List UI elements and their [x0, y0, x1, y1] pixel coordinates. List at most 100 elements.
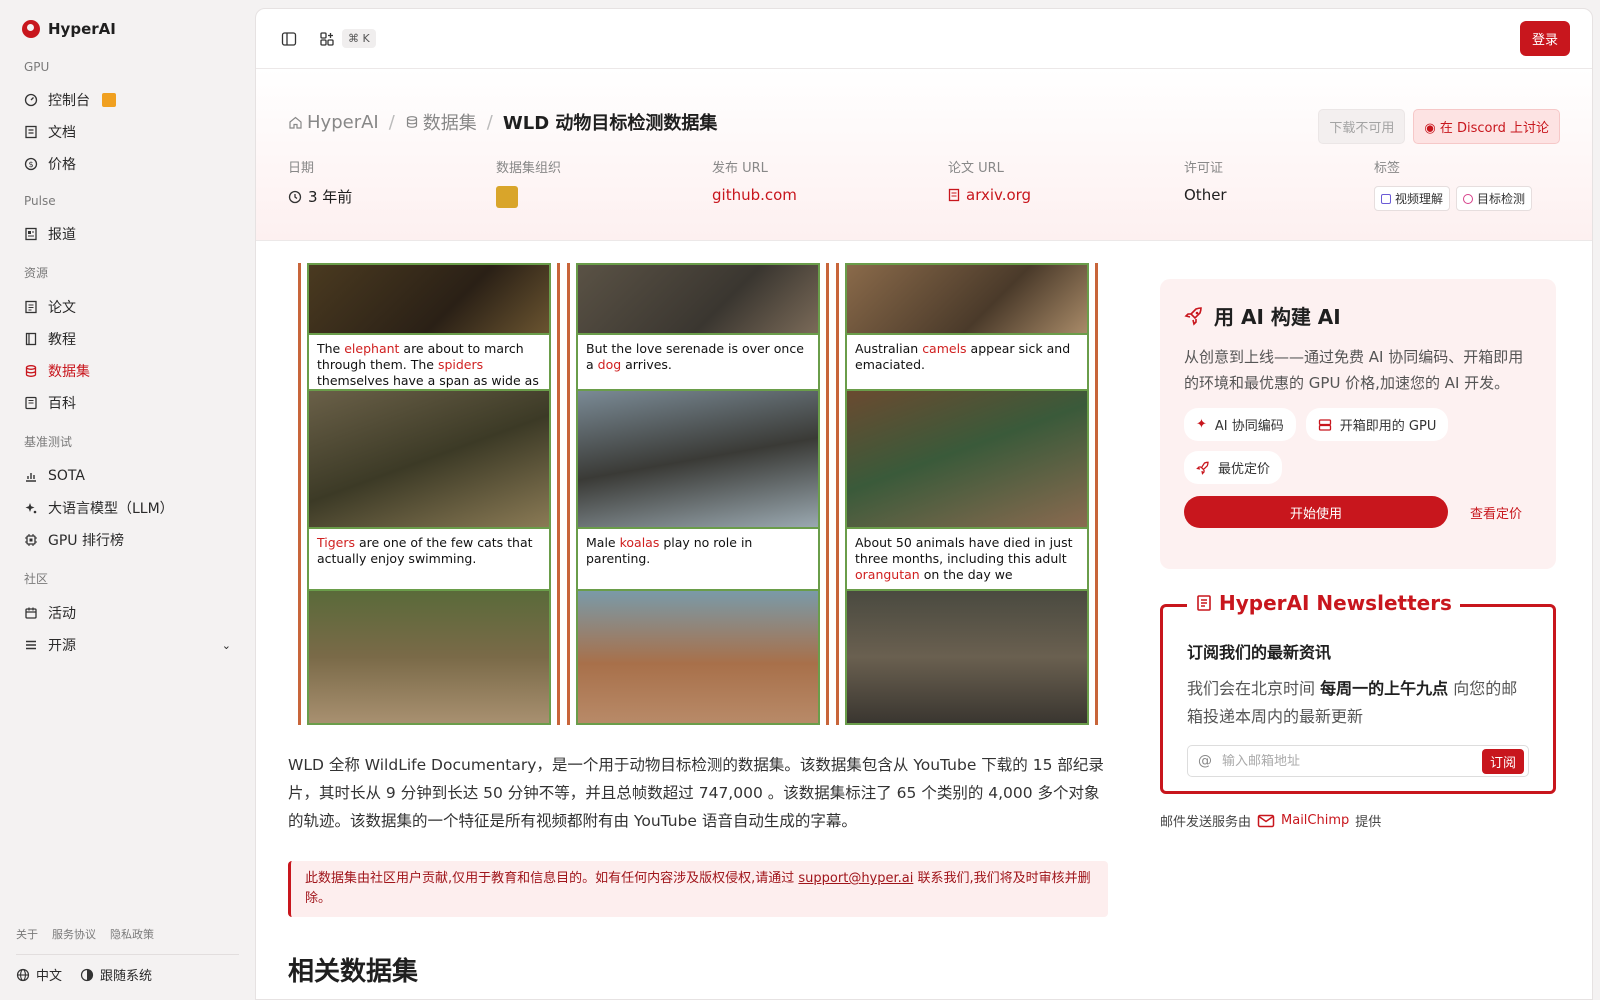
- footer-link-about[interactable]: 关于: [16, 926, 38, 942]
- paper-url-link[interactable]: arxiv.org: [948, 186, 1184, 204]
- sidebar-item-label: 价格: [48, 157, 76, 173]
- sidebar-item-datasets[interactable]: 数据集: [16, 355, 239, 387]
- provider-pre: 邮件发送服务由: [1160, 815, 1252, 830]
- feature-pricing: 最优定价: [1184, 451, 1283, 484]
- sample-frame: [307, 589, 551, 725]
- sidebar-item-sota[interactable]: SOTA: [16, 460, 239, 492]
- sample-frame: [576, 263, 820, 335]
- search-shortcut[interactable]: ⌘ K: [342, 29, 376, 48]
- feature-label: 开箱即用的 GPU: [1339, 419, 1437, 434]
- sidebar-item-papers[interactable]: 论文: [16, 291, 239, 323]
- sidebar-item-label: 活动: [48, 606, 76, 622]
- sample-frame: [845, 389, 1089, 529]
- sidebar-item-label: 百科: [48, 396, 76, 412]
- chart-icon: [24, 469, 38, 483]
- theme-label: 跟随系统: [100, 969, 153, 984]
- get-started-button[interactable]: 开始使用: [1184, 496, 1448, 528]
- footer-link-terms[interactable]: 服务协议: [52, 926, 96, 942]
- support-email-link[interactable]: support@hyper.ai: [798, 871, 913, 886]
- hyperai-logo-icon: [22, 20, 40, 38]
- meta-org-label: 数据集组织: [496, 161, 562, 176]
- promo-actions: 开始使用 查看定价: [1184, 496, 1532, 528]
- rocket-icon: [1184, 306, 1202, 326]
- sidebar-item-open-source[interactable]: 开源 ⌄: [16, 629, 239, 661]
- meta-license-value: Other: [1184, 186, 1227, 204]
- frame-caption: Australian camels appear sick and emacia…: [845, 335, 1089, 389]
- sidebar-item-gpu-leaderboard[interactable]: GPU 排行榜: [16, 524, 239, 556]
- email-form: @ 订阅: [1187, 745, 1529, 777]
- tag-object-detection[interactable]: 目标检测: [1456, 186, 1533, 211]
- promo-text: 从创意到上线——通过免费 AI 协同编码、开箱即用的环境和最优惠的 GPU 价格…: [1184, 348, 1524, 392]
- promo-title-row: 用 AI 构建 AI: [1184, 301, 1532, 330]
- frame-caption: The elephant are about to march through …: [307, 335, 551, 404]
- tag-label: 目标检测: [1477, 192, 1526, 206]
- breadcrumb-separator: /: [486, 111, 493, 133]
- eye-icon: [1463, 193, 1474, 204]
- release-url-link[interactable]: github.com: [712, 186, 948, 204]
- globe-icon: [16, 968, 30, 981]
- chevron-down-icon[interactable]: ⌄: [222, 639, 231, 652]
- breadcrumb-home[interactable]: HyperAI: [288, 112, 379, 133]
- sample-frame: [845, 589, 1089, 725]
- newspaper-icon: [1197, 595, 1211, 611]
- mail-icon: [1257, 814, 1275, 827]
- login-button[interactable]: 登录: [1519, 21, 1570, 56]
- organization-logo[interactable]: [496, 186, 518, 208]
- sidebar-toggle-icon[interactable]: [278, 28, 300, 50]
- sidebar-item-label: 开源: [48, 638, 76, 654]
- meta-license-label: 许可证: [1184, 161, 1224, 176]
- sample-frame: [576, 589, 820, 725]
- newsletter-title: HyperAI Newsletters: [1219, 591, 1452, 615]
- footer-links: 关于 服务协议 隐私政策: [16, 926, 239, 955]
- dataset-sample-figure: The elephant are about to march through …: [288, 263, 1108, 725]
- sidebar-item-wiki[interactable]: 百科: [16, 387, 239, 419]
- language-label: 中文: [36, 969, 63, 984]
- sidebar-item-label: 论文: [48, 300, 76, 316]
- meta-release: 发布 URL github.com: [712, 157, 948, 211]
- newsletter-heading: 订阅我们的最新资讯: [1187, 643, 1332, 662]
- meta-release-label: 发布 URL: [712, 161, 768, 176]
- tag-list: 视频理解 目标检测: [1374, 186, 1533, 211]
- sidebar-item-tutorials[interactable]: 教程: [16, 323, 239, 355]
- frame-caption: But the love serenade is over once a dog…: [576, 335, 820, 389]
- database-icon: [24, 364, 38, 378]
- language-switch[interactable]: 中文: [16, 965, 62, 984]
- provider-post: 提供: [1355, 815, 1382, 830]
- sidebar-item-docs[interactable]: 文档: [16, 116, 239, 148]
- caption-text: arrives.: [621, 357, 672, 372]
- breadcrumb-section-label: 数据集: [422, 113, 477, 134]
- sample-frame: [576, 389, 820, 529]
- sidebar-item-news[interactable]: 报道: [16, 218, 239, 250]
- section-title-gpu: GPU: [24, 60, 50, 74]
- paper-icon: [24, 300, 38, 314]
- footer-link-privacy[interactable]: 隐私政策: [110, 926, 154, 942]
- document-icon: [24, 125, 38, 139]
- sidebar-item-label: 教程: [48, 332, 76, 348]
- mailchimp-link[interactable]: MailChimp: [1281, 813, 1349, 828]
- caption-highlight: spiders: [437, 357, 484, 372]
- newsletter-box: HyperAI Newsletters 订阅我们的最新资讯 我们会在北京时间 每…: [1160, 591, 1556, 794]
- meta-date-value: 3 年前: [308, 188, 353, 206]
- sidebar-item-console[interactable]: 控制台: [16, 84, 239, 116]
- subscribe-button[interactable]: 订阅: [1481, 748, 1524, 774]
- dataset-description: WLD 全称 WildLife Documentary，是一个用于动物目标检测的…: [288, 756, 1104, 830]
- caption-highlight: elephant: [344, 341, 400, 356]
- at-sign-icon: @: [1198, 753, 1212, 769]
- theme-switch[interactable]: 跟随系统: [80, 965, 152, 984]
- breadcrumb-separator: /: [388, 111, 395, 133]
- breadcrumb-section[interactable]: 数据集: [405, 109, 477, 135]
- email-input[interactable]: [1222, 753, 1472, 769]
- brand[interactable]: HyperAI: [22, 20, 239, 38]
- tag-video-understanding[interactable]: 视频理解: [1374, 186, 1451, 211]
- apps-grid-icon[interactable]: [316, 28, 338, 50]
- header-actions: 下载不可用 ◉ 在 Discord 上讨论: [1318, 109, 1560, 144]
- promo-features: ✦ AI 协同编码 开箱即用的 GPU 最优定价: [1184, 408, 1532, 484]
- discord-button[interactable]: ◉ 在 Discord 上讨论: [1413, 109, 1560, 144]
- figure-column: Australian camels appear sick and emacia…: [836, 263, 1098, 725]
- view-pricing-link[interactable]: 查看定价: [1470, 503, 1522, 522]
- sidebar-item-pricing[interactable]: $ 价格: [16, 148, 239, 180]
- dataset-content: The elephant are about to march through …: [288, 263, 1108, 988]
- sidebar-item-events[interactable]: 活动: [16, 597, 239, 629]
- sidebar-item-llm[interactable]: 大语言模型（LLM）: [16, 492, 239, 524]
- main-panel: ⌘ K 登录 HyperAI / 数据集 / WLD 动物目标检测数据集 下载不…: [255, 8, 1593, 1000]
